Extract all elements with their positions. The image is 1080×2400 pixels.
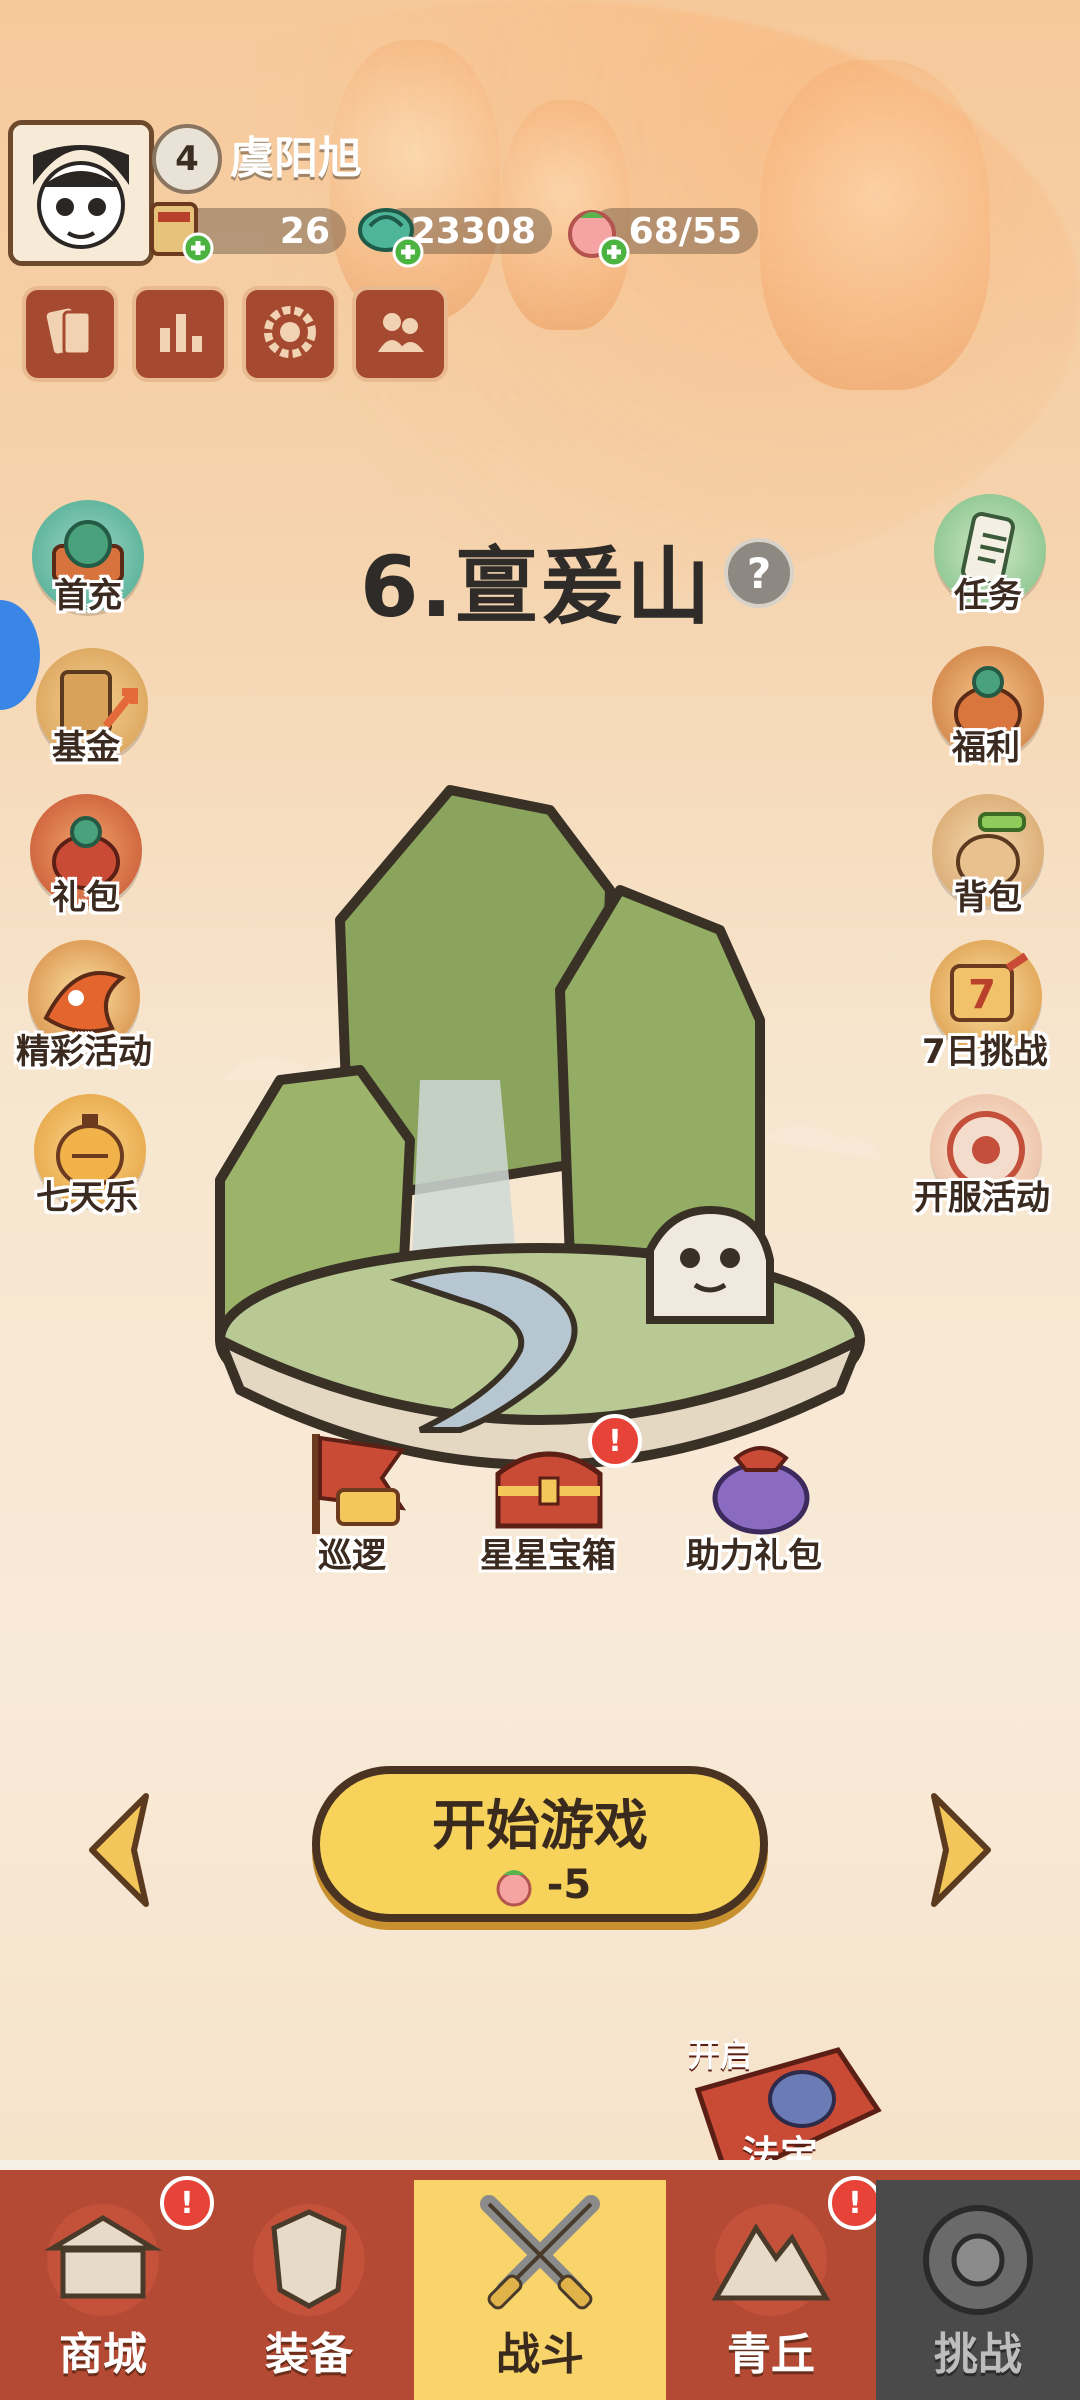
ticket-icon[interactable] <box>146 196 216 266</box>
chevron-left-icon <box>89 1793 149 1907</box>
player-name: 虞阳旭 <box>230 133 362 184</box>
peach-count: 68/55 <box>628 210 742 252</box>
settings-icon <box>260 302 320 366</box>
star-chest-label: 星星宝箱 <box>480 1536 616 1576</box>
menu-fund-label: 基金 <box>52 728 120 768</box>
nav-battle[interactable]: 战斗 <box>414 2180 666 2400</box>
magic-treasure-icon <box>768 2070 836 2128</box>
friends-icon <box>370 302 430 366</box>
shop-icon <box>43 2204 163 2316</box>
player-level: 4 <box>175 139 199 179</box>
cards-button[interactable] <box>22 286 118 382</box>
assist-pack-button[interactable] <box>696 1428 826 1538</box>
rank-icon <box>150 302 210 366</box>
nav-battle-label: 战斗 <box>496 2329 584 2380</box>
next-stage-arrow[interactable] <box>926 1790 998 1910</box>
unlock-banner[interactable]: 开启 法宝 <box>688 2030 888 2184</box>
friends-button[interactable] <box>352 286 448 382</box>
stage-help-button[interactable]: ? <box>724 538 794 608</box>
menu-seven-day-challenge-label: 7日挑战 <box>922 1032 1048 1072</box>
start-game-label: 开始游戏 <box>432 1793 648 1857</box>
star-chest-alert-badge: ! <box>588 1414 642 1468</box>
avatar[interactable] <box>8 120 154 266</box>
assist-bag-icon <box>712 1446 810 1535</box>
settings-button[interactable] <box>242 286 338 382</box>
challenge-icon <box>923 2205 1033 2315</box>
chevron-right-icon <box>931 1793 991 1907</box>
start-cost-value: -5 <box>546 1861 592 1908</box>
rank-button[interactable] <box>132 286 228 382</box>
previous-stage-arrow[interactable] <box>82 1790 154 1910</box>
menu-seven-day-label: 七天乐 <box>36 1178 138 1218</box>
start-cost: -5 <box>489 1862 591 1908</box>
patrol-label: 巡逻 <box>318 1536 386 1576</box>
floating-assist-bubble[interactable] <box>0 600 40 710</box>
peach-icon[interactable] <box>560 198 632 270</box>
nav-qingqiu-label: 青丘 <box>727 2329 815 2380</box>
mountain-icon <box>711 2204 831 2316</box>
unlock-tag: 开启 <box>688 2036 753 2074</box>
menu-backpack-label: 背包 <box>954 878 1022 918</box>
menu-gift-pack-label: 礼包 <box>52 878 120 918</box>
nav-shop-label: 商城 <box>59 2329 147 2380</box>
nav-challenge-label: 挑战 <box>934 2329 1022 2380</box>
patrol-flag-icon <box>312 1434 407 1534</box>
nav-equipment[interactable]: 装备 <box>206 2180 412 2400</box>
assist-pack-label: 助力礼包 <box>686 1536 822 1576</box>
nav-equipment-label: 装备 <box>265 2329 353 2380</box>
menu-first-charge-label: 首充 <box>54 576 122 616</box>
menu-welfare-label: 福利 <box>952 728 1020 768</box>
start-game-button[interactable]: 开始游戏 -5 <box>312 1766 768 1922</box>
jade-coin-icon[interactable] <box>352 196 426 270</box>
svg-text:7: 7 <box>968 972 996 1018</box>
stage-title: 6.亶爰山 <box>360 538 713 636</box>
menu-task-label: 任务 <box>954 576 1022 616</box>
nav-challenge[interactable]: 挑战 <box>876 2180 1080 2400</box>
ticket-count: 26 <box>279 210 330 252</box>
crossed-swords-icon <box>480 2195 600 2310</box>
menu-events-label: 精彩活动 <box>16 1032 152 1072</box>
help-icon: ? <box>746 548 772 598</box>
armor-icon <box>253 2204 365 2316</box>
patrol-button[interactable] <box>292 1428 422 1538</box>
stage-map-illustration[interactable] <box>200 780 880 1540</box>
nav-qingqiu-alert-badge: ! <box>828 2176 882 2230</box>
menu-server-open-event-label: 开服活动 <box>914 1178 1050 1218</box>
jade-count: 23308 <box>410 210 536 252</box>
player-level-badge: 4 <box>152 124 222 194</box>
cards-icon <box>40 302 100 366</box>
peach-icon <box>496 1869 532 1906</box>
